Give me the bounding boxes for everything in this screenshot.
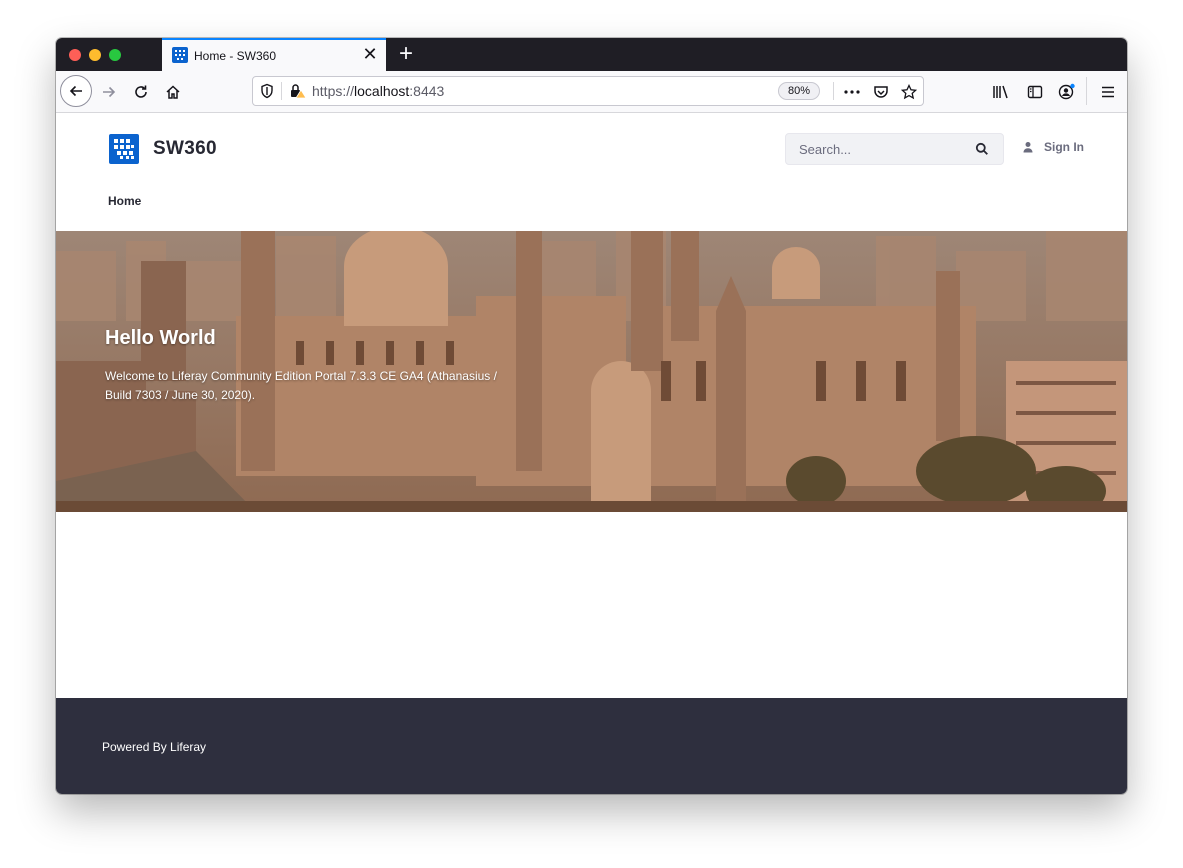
arrow-right-icon (103, 86, 116, 98)
web-page: SW360 Sign In Home (56, 113, 1127, 794)
window-minimize-button[interactable] (89, 49, 101, 61)
forward-button[interactable] (94, 77, 124, 107)
site-search (785, 133, 1004, 165)
url-host: localhost (354, 83, 410, 99)
sw360-favicon-icon (172, 47, 188, 63)
separator (1086, 77, 1087, 105)
insecure-lock-warning-icon[interactable] (289, 83, 307, 104)
user-icon (1023, 142, 1033, 153)
sidebar-icon (1027, 85, 1043, 99)
hero-subtitle: Welcome to Liferay Community Edition Por… (105, 369, 497, 402)
url-text[interactable]: https://localhost:8443 (312, 83, 444, 99)
zoom-level-badge[interactable]: 80% (778, 82, 820, 100)
address-bar[interactable]: https://localhost:8443 80% (252, 76, 924, 106)
sw360-logo-icon[interactable] (109, 134, 139, 164)
account-button[interactable] (1052, 77, 1082, 107)
tab-strip: Home - SW360 ✕ + (56, 38, 1127, 71)
sign-in-label: Sign In (1044, 140, 1084, 154)
sign-in-link[interactable]: Sign In (1022, 140, 1084, 154)
tracking-protection-shield-icon[interactable] (259, 83, 275, 104)
tab-home[interactable]: Home - SW360 ✕ (162, 38, 386, 71)
nav-item-home[interactable]: Home (108, 194, 141, 208)
browser-window: Home - SW360 ✕ + https://localhost:8443 (56, 38, 1127, 794)
separator (833, 82, 834, 100)
account-icon (1058, 83, 1075, 100)
pocket-icon[interactable] (872, 83, 890, 101)
library-button[interactable] (986, 77, 1016, 107)
home-icon (166, 85, 180, 99)
site-name[interactable]: SW360 (153, 138, 217, 160)
separator (281, 82, 282, 100)
page-actions-more-icon[interactable] (843, 83, 861, 101)
tab-title: Home - SW360 (194, 49, 277, 63)
library-icon (993, 85, 1008, 99)
search-input[interactable] (786, 134, 979, 164)
hero-banner: Hello World Welcome to Liferay Community… (56, 231, 1127, 512)
window-close-button[interactable] (69, 49, 81, 61)
home-button[interactable] (158, 77, 188, 107)
hamburger-menu-icon (1102, 86, 1114, 98)
sidebar-toggle-button[interactable] (1020, 77, 1050, 107)
bookmark-star-icon[interactable] (900, 83, 918, 101)
footer-powered-by[interactable]: Powered By Liferay (102, 740, 206, 754)
arrow-left-icon (69, 85, 82, 97)
window-maximize-button[interactable] (109, 49, 121, 61)
reload-button[interactable] (126, 77, 156, 107)
hero-heading: Hello World (105, 327, 216, 349)
site-footer: Powered By Liferay (56, 698, 1127, 794)
url-port: :8443 (409, 83, 445, 99)
browser-toolbar: https://localhost:8443 80% (56, 71, 1127, 113)
new-tab-button[interactable]: + (394, 41, 418, 67)
app-menu-button[interactable] (1093, 77, 1123, 107)
tab-close-icon[interactable]: ✕ (361, 45, 379, 63)
reload-icon (135, 85, 147, 98)
search-icon[interactable] (974, 141, 990, 157)
back-button[interactable] (60, 75, 92, 107)
url-scheme: https:// (312, 83, 355, 99)
